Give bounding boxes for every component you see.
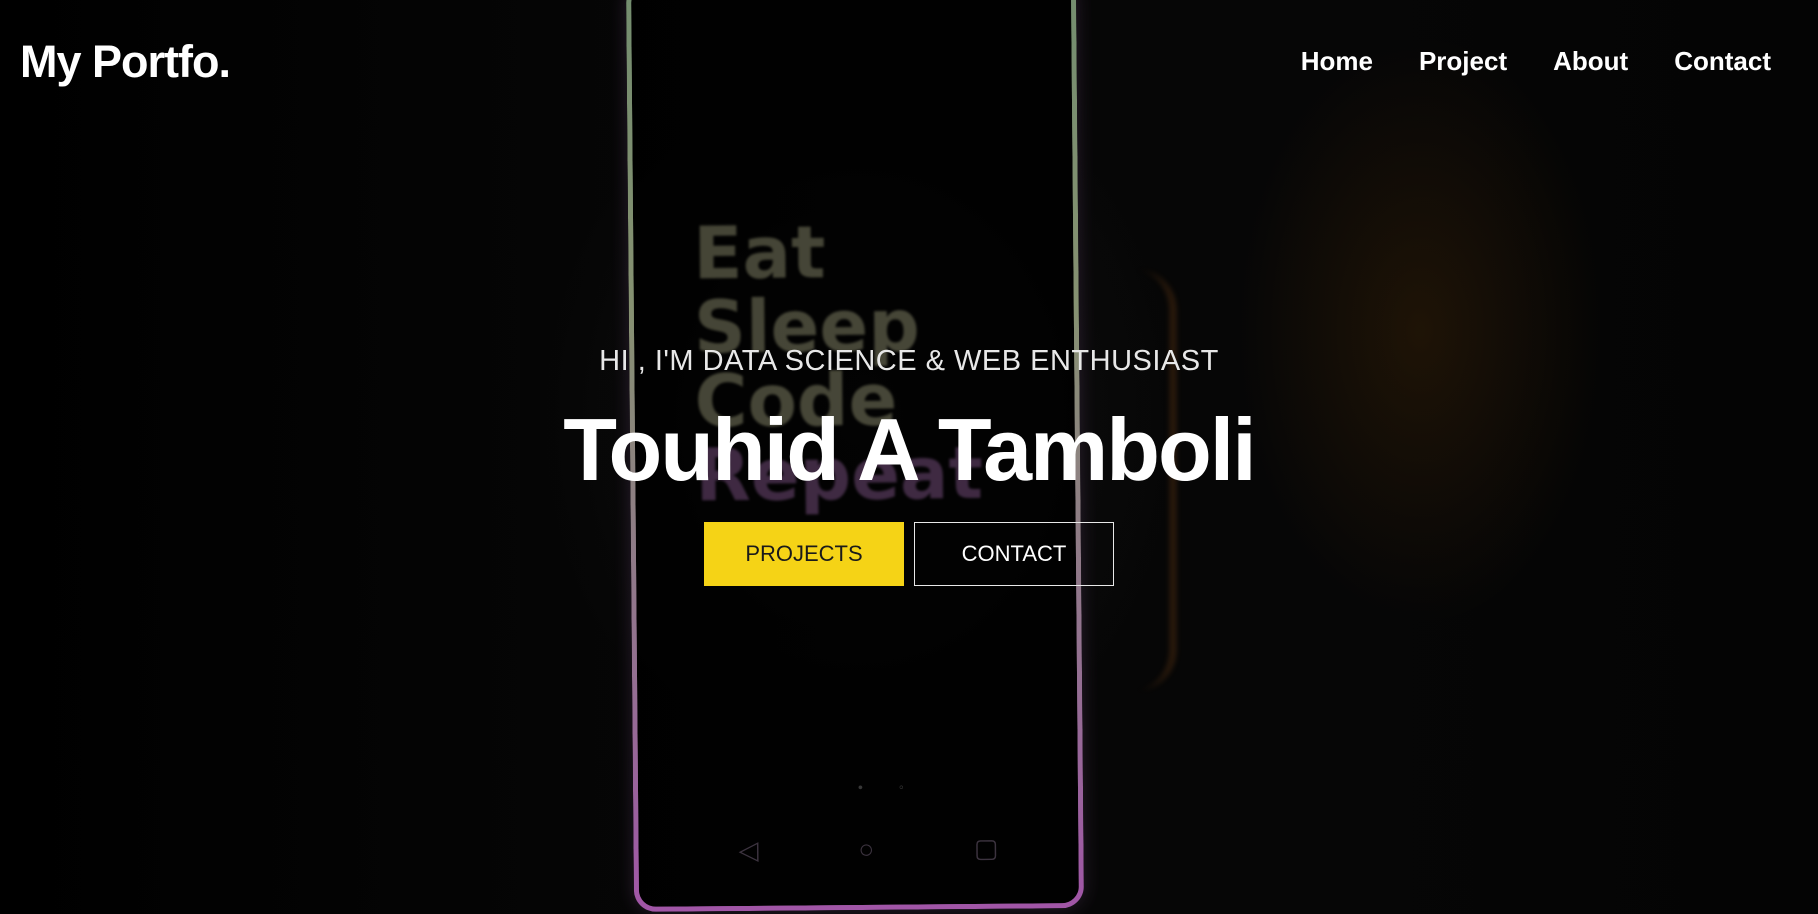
- nav-link-contact[interactable]: Contact: [1674, 46, 1771, 77]
- hero-subtitle: HI , I'M DATA SCIENCE & WEB ENTHUSIAST: [599, 345, 1219, 377]
- contact-button[interactable]: CONTACT: [914, 522, 1114, 586]
- nav-link-about[interactable]: About: [1553, 46, 1628, 77]
- nav-links: Home Project About Contact: [1301, 46, 1771, 77]
- projects-button[interactable]: PROJECTS: [704, 522, 904, 586]
- hero-content: HI , I'M DATA SCIENCE & WEB ENTHUSIAST T…: [0, 345, 1818, 586]
- nav-link-project[interactable]: Project: [1419, 46, 1507, 77]
- recents-square-icon: ▢: [973, 832, 999, 863]
- site-logo[interactable]: My Portfo.: [20, 36, 231, 88]
- back-icon: ◁: [738, 834, 759, 866]
- hero-buttons: PROJECTS CONTACT: [0, 522, 1818, 586]
- phone-nav-bar: ◁ ○ ▢: [738, 833, 998, 866]
- hero-name: Touhid A Tamboli: [563, 400, 1256, 499]
- nav-link-home[interactable]: Home: [1301, 46, 1373, 77]
- phone-page-dots: • ◦: [857, 778, 920, 795]
- phone-text-line: Eat: [692, 210, 826, 296]
- navbar: My Portfo. Home Project About Contact: [0, 0, 1818, 128]
- home-circle-icon: ○: [858, 833, 875, 864]
